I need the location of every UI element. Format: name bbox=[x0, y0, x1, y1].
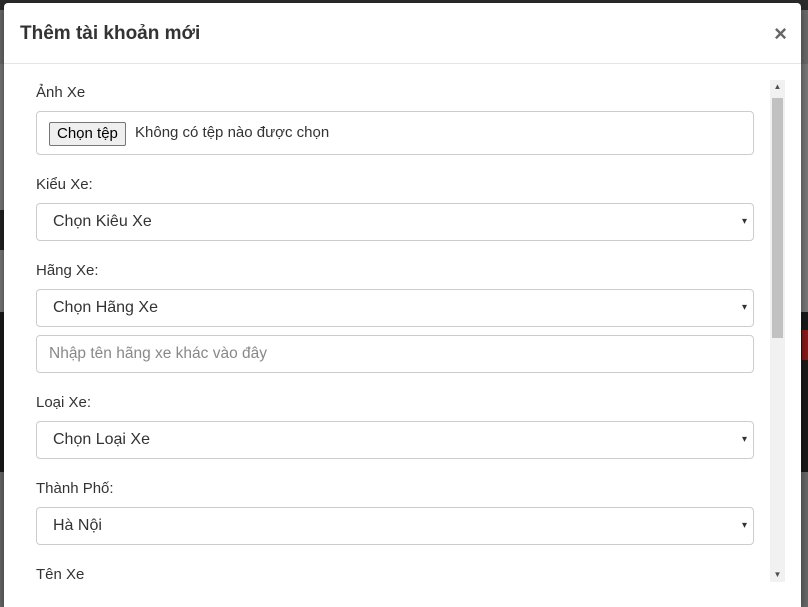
city-selected: Hà Nội bbox=[53, 517, 102, 534]
add-account-modal: Thêm tài khoản mới × Ảnh Xe Chọn tệp Khô… bbox=[4, 3, 801, 607]
car-brand-label: Hãng Xe: bbox=[36, 262, 99, 279]
file-status-text: Không có tệp nào được chọn bbox=[135, 124, 330, 141]
other-brand-placeholder: Nhập tên hãng xe khác vào đây bbox=[49, 345, 268, 362]
scroll-up-icon[interactable]: ▲ bbox=[770, 80, 785, 94]
chevron-down-icon: ▾ bbox=[741, 520, 747, 531]
car-style-selected: Chọn Kiêu Xe bbox=[53, 213, 152, 230]
close-icon[interactable]: × bbox=[774, 23, 787, 45]
car-brand-selected: Chọn Hãng Xe bbox=[53, 299, 158, 316]
image-file-input[interactable]: Chọn tệp Không có tệp nào được chọn bbox=[36, 111, 754, 155]
modal-header: Thêm tài khoản mới × bbox=[4, 3, 801, 64]
scroll-down-icon[interactable]: ▼ bbox=[770, 568, 785, 582]
chevron-down-icon: ▾ bbox=[741, 434, 747, 445]
city-label: Thành Phố: bbox=[36, 480, 114, 497]
car-type-selected: Chọn Loại Xe bbox=[53, 431, 150, 448]
modal-scrollbar[interactable]: ▲ ▼ bbox=[770, 80, 785, 582]
scrollbar-thumb[interactable] bbox=[772, 98, 783, 338]
car-type-label: Loại Xe: bbox=[36, 394, 92, 411]
chevron-down-icon: ▾ bbox=[741, 302, 747, 313]
car-name-label: Tên Xe bbox=[36, 566, 85, 583]
modal-title: Thêm tài khoản mới bbox=[20, 23, 201, 44]
background-red-accent bbox=[802, 330, 808, 360]
modal-body: Ảnh Xe Chọn tệp Không có tệp nào được ch… bbox=[4, 64, 801, 607]
car-type-select[interactable]: Chọn Loại Xe ▾ bbox=[36, 421, 754, 459]
choose-file-button[interactable]: Chọn tệp bbox=[49, 122, 126, 146]
car-style-label: Kiểu Xe: bbox=[36, 176, 93, 193]
other-brand-input[interactable]: Nhập tên hãng xe khác vào đây bbox=[36, 335, 754, 373]
car-brand-select[interactable]: Chọn Hãng Xe ▾ bbox=[36, 289, 754, 327]
city-select[interactable]: Hà Nội ▾ bbox=[36, 507, 754, 545]
car-style-select[interactable]: Chọn Kiêu Xe ▾ bbox=[36, 203, 754, 241]
chevron-down-icon: ▾ bbox=[741, 216, 747, 227]
image-label: Ảnh Xe bbox=[36, 84, 86, 101]
